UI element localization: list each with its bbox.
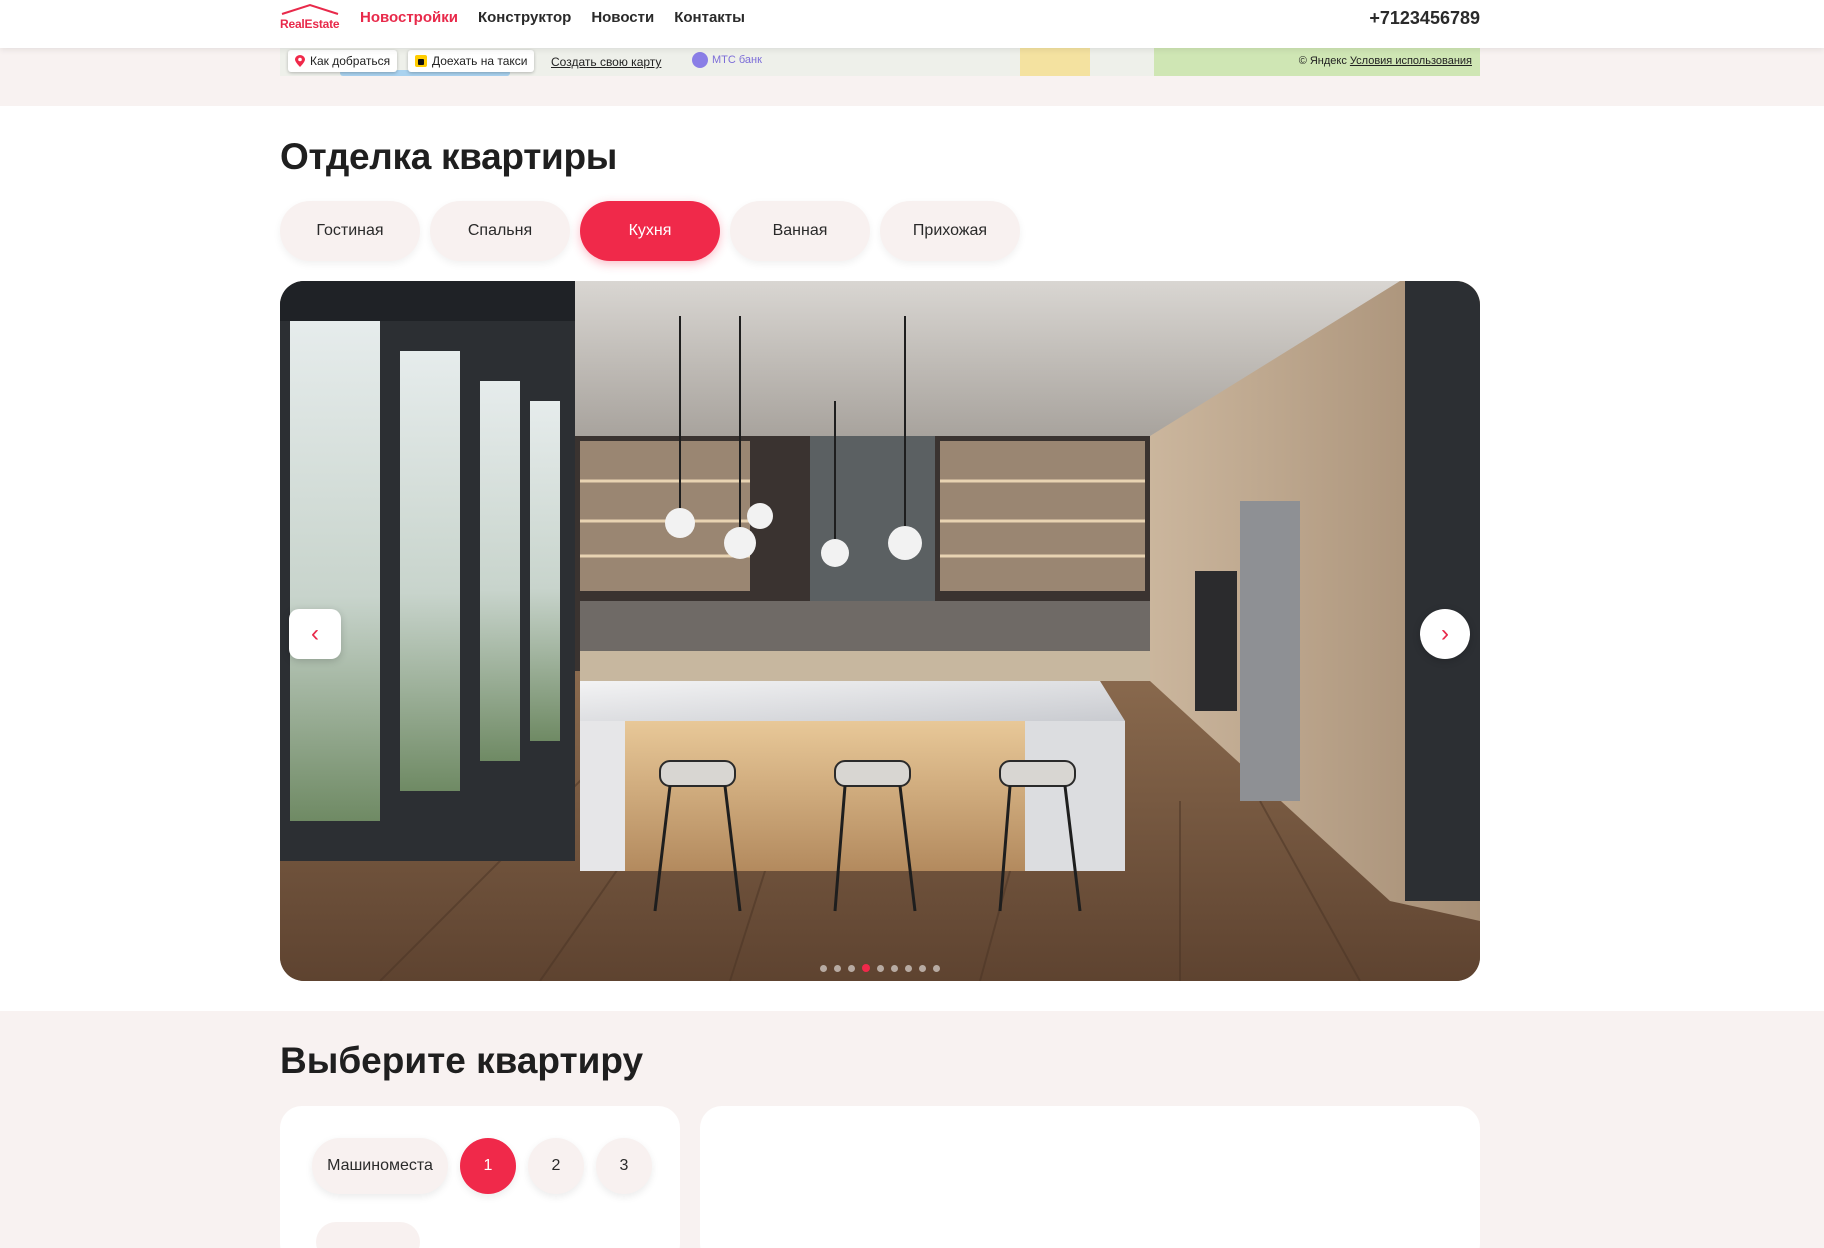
slider-dot[interactable]: [848, 964, 855, 972]
tab-kukhnya[interactable]: Кухня: [580, 201, 720, 261]
filter-2-room-button[interactable]: 2: [528, 1138, 584, 1194]
slider-dot[interactable]: [877, 964, 884, 972]
map-copyright: © Яндекс Условия использования: [1299, 55, 1472, 67]
filter-extra-button[interactable]: [316, 1222, 420, 1248]
phone-number[interactable]: +7123456789: [1369, 8, 1480, 29]
slider-dot[interactable]: [919, 964, 926, 972]
nav-item-novosti[interactable]: Новости: [591, 9, 654, 26]
slider-dot-active[interactable]: [862, 964, 870, 972]
room-count-filter: Машиноместа 1 2 3: [312, 1138, 652, 1194]
main-nav: Новостройки Конструктор Новости Контакты: [360, 9, 745, 26]
choose-section-title: Выберите квартиру: [280, 1040, 644, 1081]
slider-dot[interactable]: [834, 964, 841, 972]
location-pin-icon: [295, 55, 305, 67]
slider-dot[interactable]: [933, 964, 940, 972]
map-poi[interactable]: МТС банк: [692, 52, 762, 68]
kitchen-interior-photo: [280, 281, 1480, 981]
taxi-button[interactable]: Доехать на такси: [408, 50, 535, 72]
yandex-map[interactable]: Как добраться Доехать на такси Создать с…: [280, 48, 1480, 76]
taxi-button-label: Доехать на такси: [432, 54, 528, 68]
apartment-filter-card: Машиноместа 1 2 3: [280, 1106, 680, 1248]
tab-spalnya[interactable]: Спальня: [430, 201, 570, 261]
route-button[interactable]: Как добраться: [288, 50, 398, 72]
room-tabs: Гостиная Спальня Кухня Ванная Прихожая: [280, 201, 1020, 261]
map-poi-label: МТС банк: [712, 54, 762, 66]
site-header: RealEstate Новостройки Конструктор Новос…: [0, 0, 1824, 48]
bank-icon: [692, 52, 708, 68]
nav-item-novostroyki[interactable]: Новостройки: [360, 9, 458, 26]
slider-pagination: [820, 964, 940, 972]
slider-dot[interactable]: [891, 964, 898, 972]
map-terms-link[interactable]: Условия использования: [1350, 55, 1472, 67]
route-button-label: Как добраться: [310, 54, 391, 68]
nav-item-konstruktor[interactable]: Конструктор: [478, 9, 571, 26]
map-road: [1020, 48, 1090, 76]
logo-text: RealEstate: [280, 17, 340, 31]
tab-gostinaya[interactable]: Гостиная: [280, 201, 420, 261]
slider-dot[interactable]: [820, 964, 827, 972]
apartment-plan-card: [700, 1106, 1480, 1248]
logo[interactable]: RealEstate: [280, 3, 340, 31]
create-map-link[interactable]: Создать свою карту: [551, 55, 661, 69]
map-copyright-text: © Яндекс: [1298, 55, 1347, 67]
tab-prikhozhaya[interactable]: Прихожая: [880, 201, 1020, 261]
nav-item-kontakty[interactable]: Контакты: [674, 9, 745, 26]
logo-roof-icon: [281, 3, 339, 15]
yandex-taxi-icon: [415, 55, 427, 67]
slider-next-button[interactable]: ›: [1420, 609, 1470, 659]
chevron-right-icon: ›: [1441, 620, 1449, 647]
tab-vannaya[interactable]: Ванная: [730, 201, 870, 261]
interior-slider[interactable]: ‹ ›: [280, 281, 1480, 981]
filter-parking-button[interactable]: Машиноместа: [312, 1138, 448, 1194]
chevron-left-icon: ‹: [311, 620, 319, 647]
finishing-section-title: Отделка квартиры: [280, 136, 618, 177]
slider-dot[interactable]: [905, 964, 912, 972]
slider-prev-button[interactable]: ‹: [289, 609, 341, 659]
filter-1-room-button[interactable]: 1: [460, 1138, 516, 1194]
filter-3-room-button[interactable]: 3: [596, 1138, 652, 1194]
